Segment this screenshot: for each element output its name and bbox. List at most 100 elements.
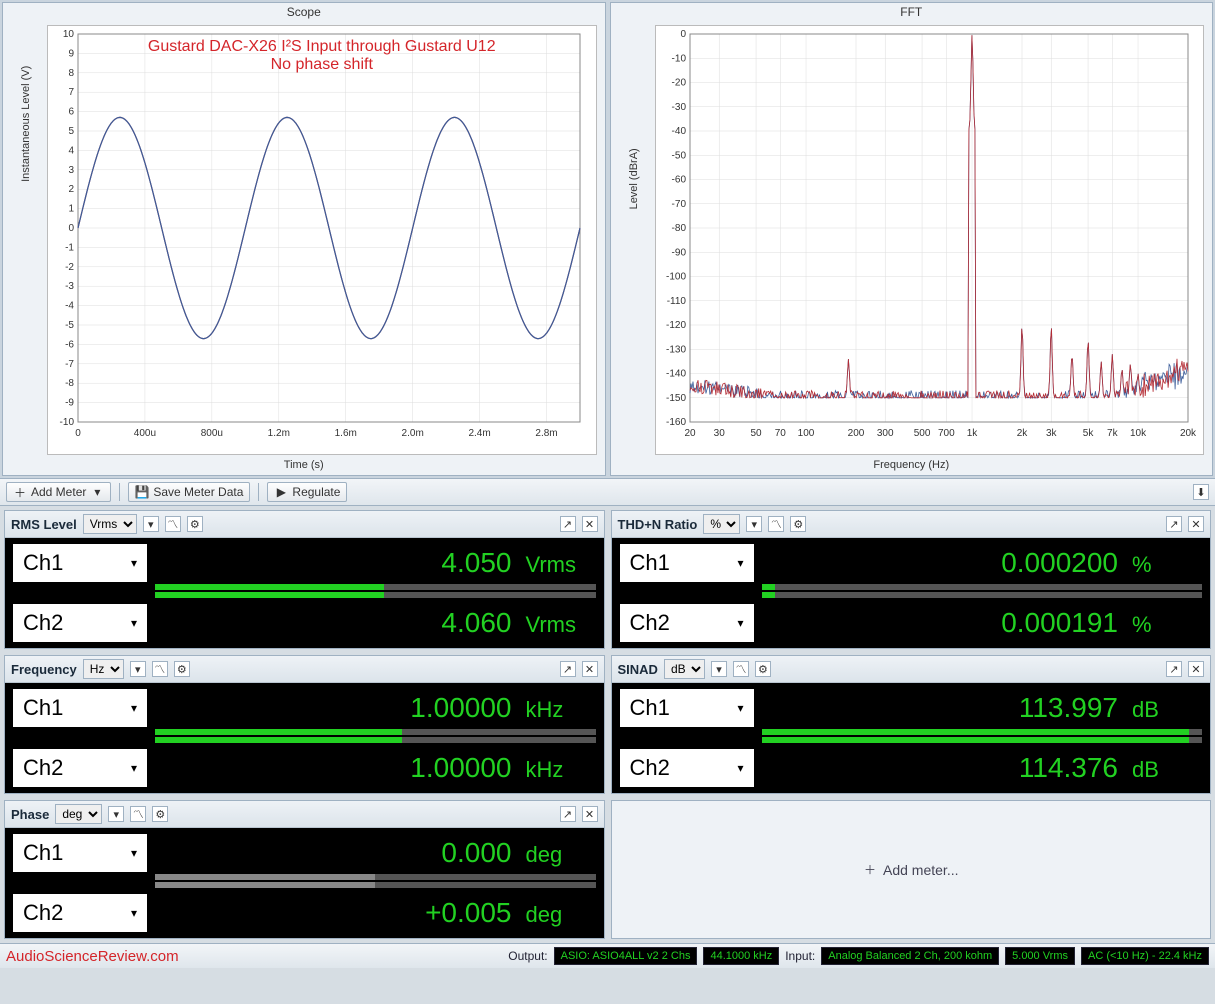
unit-select[interactable]: Hz [83,659,124,679]
panel-title: SINAD [618,662,658,677]
panel-body: Ch1▾ 4.050Vrms Ch2▾ 4.060Vrms [5,538,604,648]
readout-value: +0.005 [425,897,511,929]
channel-select[interactable]: Ch1▾ [620,689,754,727]
channel-select[interactable]: Ch2▾ [13,894,147,932]
chevron-down-icon[interactable]: ▾ [108,806,124,822]
meter-grid: RMS Level Vrms ▾ 〽 ⚙ ↗ ✕ Ch1▾ 4.050Vrms … [0,506,1215,943]
channel-select[interactable]: Ch2▾ [13,749,147,787]
popout-icon[interactable]: ↗ [1166,661,1182,677]
channel-row: Ch1▾ 0.000200% [620,544,1203,582]
chevron-down-icon[interactable]: ▾ [711,661,727,677]
svg-text:3: 3 [68,165,74,176]
scope-svg: -10-9-8-7-6-5-4-3-2-10123456789100400u80… [48,26,588,446]
svg-text:-20: -20 [671,78,686,89]
close-icon[interactable]: ✕ [1188,661,1204,677]
channel-select[interactable]: Ch2▾ [620,749,754,787]
download-icon[interactable]: ⬇ [1193,484,1209,500]
panel-title: Phase [11,807,49,822]
gear-icon[interactable]: ⚙ [174,661,190,677]
chevron-down-icon: ▾ [131,701,137,715]
readout-value: 113.997 [1019,692,1118,724]
svg-text:800u: 800u [201,428,223,439]
regulate-button[interactable]: ▶ Regulate [267,482,347,502]
graph-icon[interactable]: 〽 [130,806,146,822]
svg-text:6: 6 [68,107,74,118]
save-icon: 💾 [135,485,149,499]
watermark: AudioScienceReview.com [6,948,179,965]
output-rate-chip[interactable]: 44.1000 kHz [703,947,779,965]
gear-icon[interactable]: ⚙ [152,806,168,822]
svg-text:1: 1 [68,204,74,215]
thdn-ratio-panel: THD+N Ratio % ▾ 〽 ⚙ ↗ ✕ Ch1▾ 0.000200% C… [611,510,1212,649]
close-icon[interactable]: ✕ [582,661,598,677]
popout-icon[interactable]: ↗ [560,516,576,532]
svg-text:-160: -160 [665,417,685,428]
add-meter-button[interactable]: ＋ Add Meter ▾ [6,482,111,502]
svg-text:0: 0 [680,29,686,40]
channel-select[interactable]: Ch2▾ [13,604,147,642]
output-chip[interactable]: ASIO: ASIO4ALL v2 2 Chs [554,947,698,965]
gear-icon[interactable]: ⚙ [790,516,806,532]
svg-text:700: 700 [937,428,954,439]
channel-select[interactable]: Ch1▾ [13,834,147,872]
fft-panel: FFT Level (dBrA) 0-10-20-30-40-50-60-70-… [610,2,1214,476]
svg-text:3k: 3k [1045,428,1057,439]
svg-text:1.6m: 1.6m [335,428,357,439]
close-icon[interactable]: ✕ [1188,516,1204,532]
channel-select[interactable]: Ch2▾ [620,604,754,642]
readout-unit: % [1132,612,1202,638]
close-icon[interactable]: ✕ [582,516,598,532]
sinad-panel: SINAD dB ▾ 〽 ⚙ ↗ ✕ Ch1▾ 113.997dB Ch2▾ 1… [611,655,1212,794]
channel-row: Ch1▾ 0.000deg [13,834,596,872]
unit-select[interactable]: dB [664,659,705,679]
regulate-label: Regulate [292,485,340,499]
input-range-chip[interactable]: 5.000 Vrms [1005,947,1075,965]
graph-icon[interactable]: 〽 [733,661,749,677]
channel-select[interactable]: Ch1▾ [13,689,147,727]
readout-value: 1.00000 [410,692,511,724]
channel-select[interactable]: Ch1▾ [620,544,754,582]
svg-text:4: 4 [68,145,74,156]
panel-header: THD+N Ratio % ▾ 〽 ⚙ ↗ ✕ [612,511,1211,538]
level-bars [155,584,596,598]
add-meter-tile[interactable]: ＋ Add meter... [611,800,1212,939]
popout-icon[interactable]: ↗ [1166,516,1182,532]
channel-row: Ch2▾ 0.000191% [620,604,1203,642]
graph-icon[interactable]: 〽 [768,516,784,532]
svg-text:7k: 7k [1107,428,1119,439]
chevron-down-icon[interactable]: ▾ [143,516,159,532]
scope-title: Scope [3,3,605,21]
fft-plot[interactable]: Level (dBrA) 0-10-20-30-40-50-60-70-80-9… [655,25,1205,455]
svg-text:-80: -80 [671,223,686,234]
graph-icon[interactable]: 〽 [152,661,168,677]
popout-icon[interactable]: ↗ [560,661,576,677]
gear-icon[interactable]: ⚙ [755,661,771,677]
level-bars [155,729,596,743]
unit-select[interactable]: % [703,514,740,534]
chevron-down-icon: ▾ [90,485,104,499]
svg-text:100: 100 [797,428,814,439]
readout-unit: dB [1132,757,1202,783]
chevron-down-icon[interactable]: ▾ [746,516,762,532]
svg-text:-90: -90 [671,247,686,258]
input-bw-chip[interactable]: AC (<10 Hz) - 22.4 kHz [1081,947,1209,965]
svg-text:-40: -40 [671,126,686,137]
input-chip[interactable]: Analog Balanced 2 Ch, 200 kohm [821,947,999,965]
scope-panel: Scope Gustard DAC-X26 I²S Input through … [2,2,606,476]
add-meter-label: Add meter... [883,862,958,878]
svg-text:2.0m: 2.0m [402,428,424,439]
graph-icon[interactable]: 〽 [165,516,181,532]
scope-plot[interactable]: Gustard DAC-X26 I²S Input through Gustar… [47,25,597,455]
popout-icon[interactable]: ↗ [560,806,576,822]
save-meter-data-button[interactable]: 💾 Save Meter Data [128,482,250,502]
level-bars [762,729,1203,743]
gear-icon[interactable]: ⚙ [187,516,203,532]
chevron-down-icon[interactable]: ▾ [130,661,146,677]
channel-select[interactable]: Ch1▾ [13,544,147,582]
svg-text:7: 7 [68,87,74,98]
unit-select[interactable]: deg [55,804,102,824]
readout-unit: dB [1132,697,1202,723]
close-icon[interactable]: ✕ [582,806,598,822]
unit-select[interactable]: Vrms [83,514,137,534]
readout-value: 0.000200 [1001,547,1118,579]
